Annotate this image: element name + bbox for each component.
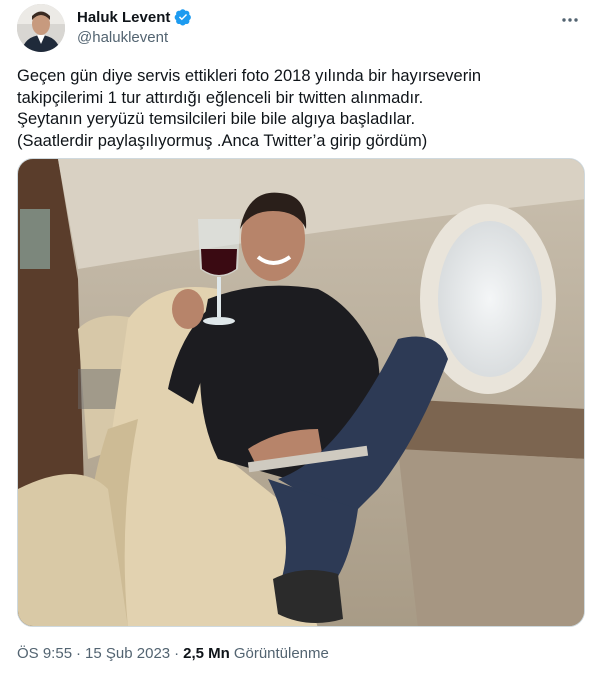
author-handle[interactable]: @haluklevent [77,29,168,46]
avatar[interactable] [17,4,65,52]
views-count: 2,5 Mn [183,645,230,662]
meta-separator: · [76,645,82,662]
author-name-row[interactable]: Haluk Levent [77,8,192,26]
views-label: Görüntülenme [233,645,329,662]
tweet-header: Haluk Levent @haluklevent [17,4,582,52]
meta-separator: · [174,645,180,662]
tweet-meta: ÖS 9:55 · 15 Şub 2023 · 2,5 Mn Görüntüle… [17,645,329,662]
avatar-image [17,4,65,52]
tweet-time[interactable]: ÖS 9:55 [17,645,72,662]
tweet-text: Geçen gün diye servis ettikleri foto 201… [17,67,482,150]
photo-man-in-private-jet [18,159,584,626]
more-options-icon[interactable] [558,10,582,30]
tweet-photo[interactable] [17,158,585,627]
tweet-date[interactable]: 15 Şub 2023 [85,645,170,662]
verified-badge-icon[interactable] [174,8,192,26]
author-name[interactable]: Haluk Levent [77,9,170,26]
